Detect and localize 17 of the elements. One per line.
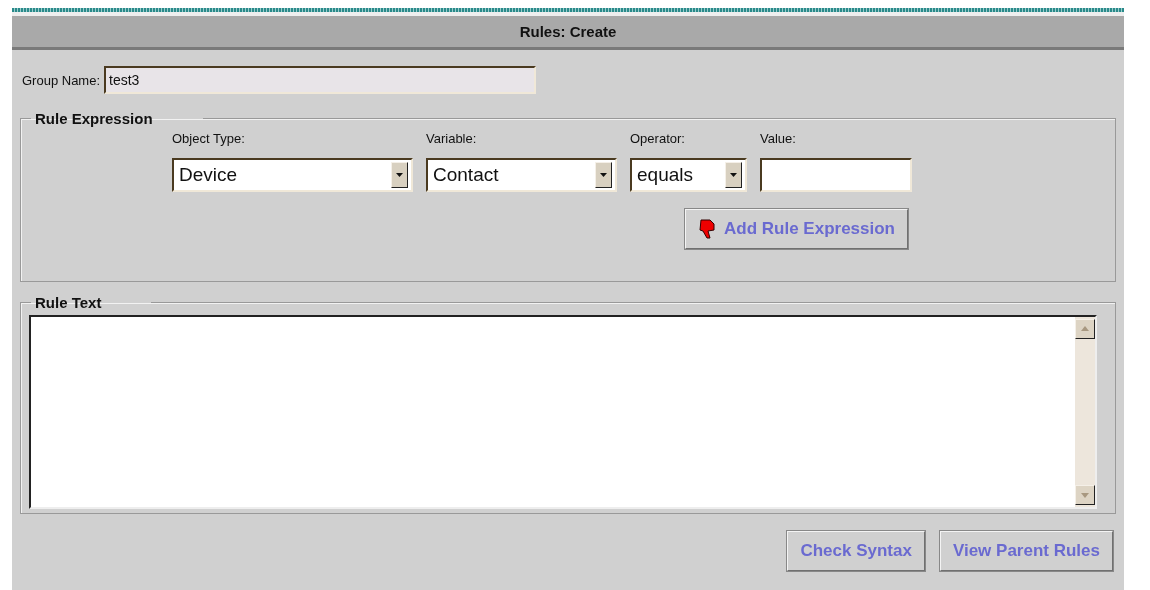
scroll-up-icon[interactable] bbox=[1075, 319, 1095, 339]
panel-title: Rules: Create bbox=[12, 16, 1124, 50]
dropdown[interactable]: Device bbox=[172, 158, 413, 192]
field-label: Group Name: bbox=[22, 72, 101, 88]
scrollbar[interactable] bbox=[1075, 317, 1095, 507]
field-label: Operator: bbox=[630, 131, 686, 146]
field-label: Variable: bbox=[426, 131, 478, 146]
field-label: Object Type: bbox=[172, 131, 246, 146]
section-title: Rule Text bbox=[34, 294, 103, 311]
dropdown[interactable]: Contact bbox=[426, 158, 617, 192]
dropdown[interactable]: equals bbox=[630, 158, 747, 192]
group-name-field[interactable]: test3 bbox=[104, 66, 537, 94]
scroll-down-icon[interactable] bbox=[1075, 485, 1095, 505]
thumbs-down-icon bbox=[698, 219, 716, 239]
field-label: Value: bbox=[760, 131, 797, 146]
section-title: Rule Expression bbox=[34, 110, 154, 127]
value-field[interactable] bbox=[760, 158, 912, 192]
